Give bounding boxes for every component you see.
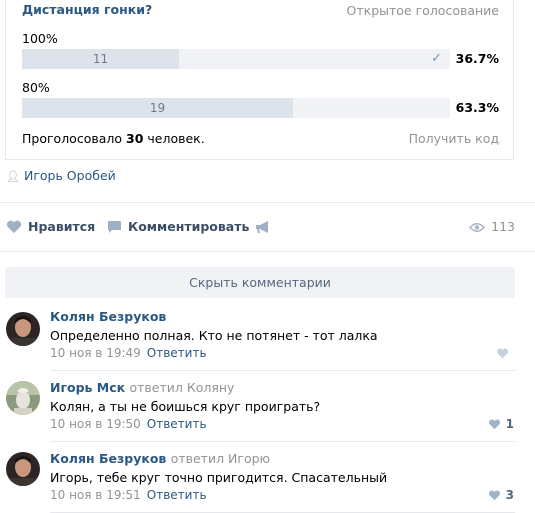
- comment-author[interactable]: Игорь Мск ответил Коляну: [50, 380, 234, 395]
- poll-option-label: 80%: [22, 80, 50, 95]
- author-name[interactable]: Игорь Оробей: [24, 168, 116, 183]
- replied-to[interactable]: ответил Игорю: [171, 451, 270, 466]
- hide-comments-button[interactable]: Скрыть комментарии: [5, 267, 515, 298]
- divider: [50, 441, 515, 442]
- get-code-link[interactable]: Получить код: [409, 131, 499, 146]
- comment-item: Колян Безруков ответил Игорю Игорь, тебе…: [0, 450, 535, 510]
- eye-icon: [469, 223, 486, 232]
- like-button[interactable]: Нравится: [6, 219, 95, 234]
- avatar[interactable]: [6, 452, 40, 486]
- poll-widget: Дистанция гонки? Открытое голосование 10…: [5, 0, 514, 160]
- poll-option-bar[interactable]: 19: [22, 98, 450, 118]
- reply-button[interactable]: Ответить: [147, 488, 207, 502]
- comment-like-count: 3: [505, 488, 514, 502]
- poll-option-count: 11: [92, 52, 109, 66]
- comment-icon: [108, 221, 121, 233]
- avatar[interactable]: [6, 381, 40, 415]
- reply-button[interactable]: Ответить: [147, 417, 207, 431]
- comment-text: Игорь, тебе круг точно пригодится. Спаса…: [50, 470, 388, 485]
- checkmark-icon: ✓: [431, 51, 442, 66]
- heart-icon: [6, 220, 22, 233]
- comment-author-name[interactable]: Колян Безруков: [50, 309, 166, 324]
- comment-meta: 10 ноя в 19:51 Ответить: [50, 488, 207, 502]
- comment-label: Комментировать: [128, 219, 250, 234]
- voted-prefix: Проголосовало: [22, 131, 126, 146]
- comment-author-name[interactable]: Колян Безруков: [50, 451, 166, 466]
- comment-meta: 10 ноя в 19:50 Ответить: [50, 417, 207, 431]
- user-icon: 👤︎: [6, 170, 20, 183]
- share-button[interactable]: [255, 219, 277, 234]
- megaphone-icon: [256, 221, 268, 233]
- comment-like-button[interactable]: 3: [488, 488, 514, 502]
- poll-option-percent: 36.7%: [455, 51, 499, 66]
- voted-summary: Проголосовало 30 человек.: [22, 131, 205, 146]
- heart-icon: [496, 348, 509, 359]
- heart-icon: [488, 490, 500, 501]
- heart-icon: [488, 419, 500, 430]
- voted-count: 30: [126, 131, 144, 146]
- comment-meta: 10 ноя в 19:49 Ответить: [50, 346, 207, 360]
- comment-author[interactable]: Колян Безруков: [50, 309, 166, 324]
- comment-like-count: 1: [505, 417, 514, 431]
- comment-author[interactable]: Колян Безруков ответил Игорю: [50, 451, 270, 466]
- reply-button[interactable]: Ответить: [147, 346, 207, 360]
- comment-time[interactable]: 10 ноя в 19:49: [50, 346, 141, 360]
- voted-suffix: человек.: [143, 131, 205, 146]
- post-author[interactable]: 👤︎ Игорь Оробей: [6, 168, 116, 183]
- poll-type-label: Открытое голосование: [346, 3, 499, 18]
- poll-title[interactable]: Дистанция гонки?: [22, 2, 152, 17]
- divider: [0, 251, 535, 252]
- replied-to[interactable]: ответил Коляну: [129, 380, 234, 395]
- views-count: 113: [491, 219, 515, 234]
- poll-option-percent: 63.3%: [455, 100, 499, 115]
- views-counter: 113: [469, 219, 515, 234]
- comment-like-button[interactable]: [496, 346, 514, 360]
- comment-text: Колян, а ты не боишься круг проиграть?: [50, 399, 321, 414]
- poll-option-label: 100%: [22, 31, 58, 46]
- divider: [0, 202, 535, 203]
- comment-like-button[interactable]: 1: [488, 417, 514, 431]
- comment-item: Игорь Мск ответил Коляну Колян, а ты не …: [0, 379, 535, 439]
- comment-time[interactable]: 10 ноя в 19:50: [50, 417, 141, 431]
- comment-button[interactable]: Комментировать: [107, 219, 249, 234]
- comment-author-name[interactable]: Игорь Мск: [50, 380, 125, 395]
- like-label: Нравится: [28, 219, 96, 234]
- poll-option-bar[interactable]: 11 ✓: [22, 49, 450, 69]
- comment-text: Определенно полная. Кто не потянет - тот…: [50, 328, 378, 343]
- comment-item: Колян Безруков Определенно полная. Кто н…: [0, 308, 535, 368]
- avatar[interactable]: [6, 312, 40, 346]
- divider: [50, 370, 515, 371]
- poll-option-count: 19: [149, 101, 166, 115]
- comment-time[interactable]: 10 ноя в 19:51: [50, 488, 141, 502]
